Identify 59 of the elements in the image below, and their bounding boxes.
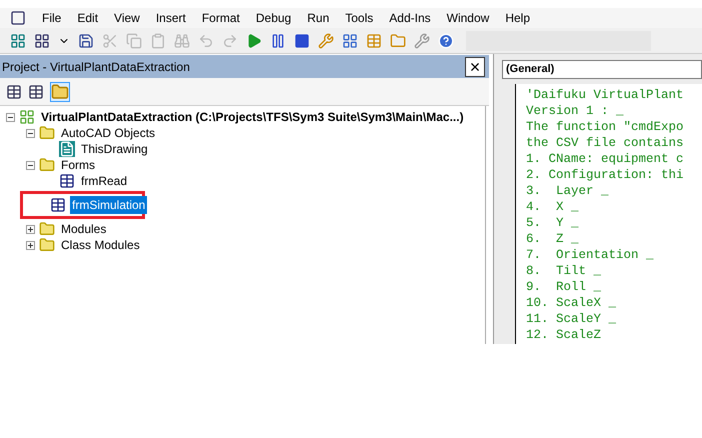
view-code-icon[interactable] [6, 84, 22, 100]
tree-item[interactable]: frmSimulation [70, 196, 148, 214]
save-icon[interactable] [78, 32, 94, 48]
pause-icon[interactable] [270, 32, 286, 48]
folder-icon [39, 157, 55, 173]
document-icon [59, 141, 75, 157]
object-dropdown[interactable]: (General) [502, 60, 702, 78]
collapse-toggle[interactable] [26, 128, 35, 138]
code-line: 'Daifuku VirtualPlant [526, 87, 685, 103]
code-line: 11. ScaleY _ [526, 311, 618, 327]
menu-item[interactable]: Format [202, 9, 240, 27]
tree-item[interactable]: ThisDrawing [79, 140, 150, 158]
code-line: 7. Orientation _ [526, 247, 655, 263]
code-line: 12. ScaleZ [526, 327, 602, 343]
code-line: Version 1 : _ [526, 103, 625, 119]
help-icon[interactable] [438, 32, 454, 48]
stop-icon[interactable] [294, 32, 310, 48]
menu-item[interactable]: Window [446, 9, 490, 27]
code-line: 4. X _ [526, 199, 580, 215]
toggle-folders-icon[interactable] [50, 82, 70, 102]
tree-item[interactable]: Forms [59, 156, 97, 174]
tree-item[interactable]: AutoCAD Objects [59, 124, 158, 142]
code-line: The function "cmdExpo [526, 119, 685, 135]
code-line: 3. Layer _ [526, 183, 610, 199]
code-line: 10. ScaleX _ [526, 295, 618, 311]
menu-item[interactable]: Run [307, 9, 330, 27]
menu-item[interactable]: Add-Ins [389, 9, 431, 27]
code-line: 2. Configuration: thi [526, 167, 685, 183]
menu-item[interactable]: Tools [345, 9, 374, 27]
code-line: 9. Roll _ [526, 279, 602, 295]
code-line: 6. Z _ [526, 231, 580, 247]
menu-item[interactable]: View [114, 9, 140, 27]
menu-item[interactable]: File [42, 9, 62, 27]
menu-item[interactable]: Edit [77, 9, 98, 27]
menu-item[interactable]: Help [505, 9, 530, 27]
tree-item[interactable]: frmRead [79, 172, 130, 190]
tree-item[interactable]: Modules [59, 220, 108, 238]
menu-item[interactable]: Debug [256, 9, 292, 27]
view-object-icon[interactable] [28, 84, 44, 100]
code-line: 8. Tilt _ [526, 263, 602, 279]
run-icon[interactable] [246, 32, 262, 48]
tools-icon[interactable] [414, 32, 430, 48]
panel-title: Project - VirtualPlantDataExtraction [1, 58, 190, 76]
grid-icon[interactable] [10, 32, 26, 48]
project-icon [19, 109, 35, 125]
collapse-toggle[interactable] [26, 160, 35, 170]
collapse-toggle[interactable] [6, 112, 15, 122]
tree-item[interactable]: VirtualPlantDataExtraction (C:\Projects\TFS\Sym3 Suite\Sym3\Main\Mac...) [39, 108, 466, 126]
code-line: 5. Y _ [526, 215, 580, 231]
folder-icon [39, 221, 55, 237]
folder-icon [39, 125, 55, 141]
tree-item[interactable]: Class Modules [59, 236, 142, 254]
expand-toggle[interactable] [26, 224, 35, 234]
close-button[interactable]: × [465, 56, 485, 76]
folder-icon [39, 237, 55, 253]
code-line: 1. CName: equipment c [526, 151, 685, 167]
expand-toggle[interactable] [26, 240, 35, 250]
code-line: the CSV file contains [526, 135, 685, 151]
menu-item[interactable]: Insert [156, 9, 186, 27]
